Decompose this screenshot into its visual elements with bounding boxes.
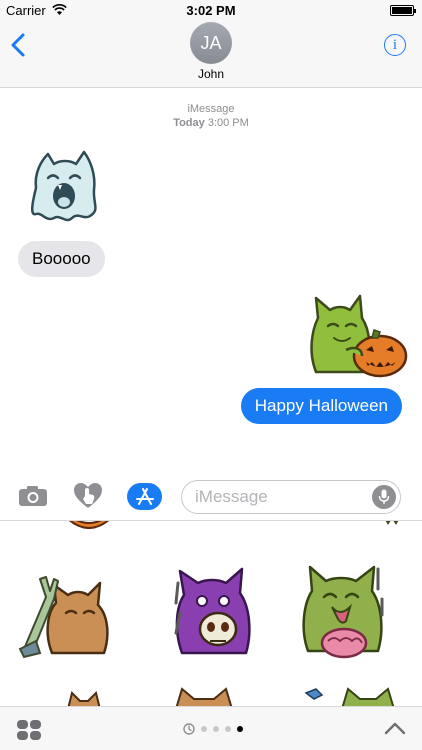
- purple-cat-skull-sticker[interactable]: [168, 563, 264, 663]
- info-icon[interactable]: i: [384, 34, 406, 56]
- sticker-drawer: [0, 521, 422, 706]
- clock-time: 3:02 PM: [186, 3, 236, 18]
- service-label: iMessage: [187, 103, 235, 115]
- partial-sticker-center[interactable]: [172, 685, 236, 706]
- microphone-icon[interactable]: [372, 485, 396, 509]
- digital-touch-icon[interactable]: [71, 481, 105, 511]
- conversation-header: JA John i: [0, 22, 422, 88]
- partial-sticker-edge[interactable]: [382, 521, 402, 525]
- green-cat-pumpkin-sticker[interactable]: [306, 290, 410, 378]
- incoming-message-bubble[interactable]: Booooo: [18, 241, 105, 277]
- timestamp-time: 3:00 PM: [207, 117, 249, 129]
- page-indicator[interactable]: [183, 722, 243, 736]
- page-dot[interactable]: [201, 726, 207, 732]
- app-store-icon[interactable]: [127, 483, 162, 510]
- message-field[interactable]: [181, 480, 401, 514]
- partial-pumpkin-sticker[interactable]: [64, 521, 114, 529]
- camera-icon[interactable]: [16, 481, 50, 511]
- contact-avatar[interactable]: JA: [190, 22, 232, 64]
- page-dot[interactable]: [225, 726, 231, 732]
- recents-clock-icon[interactable]: [183, 723, 195, 735]
- contact-name[interactable]: John: [0, 67, 422, 81]
- partial-sticker-right[interactable]: [302, 685, 406, 706]
- app-drawer-icon[interactable]: [16, 719, 42, 741]
- partial-sticker-left[interactable]: [64, 689, 104, 706]
- battery-icon: [390, 5, 416, 16]
- green-cat-brain-sticker[interactable]: [296, 559, 396, 663]
- ghost-cat-sticker[interactable]: [26, 148, 104, 224]
- page-dot-active[interactable]: [237, 726, 243, 732]
- status-bar: Carrier 3:02 PM: [0, 0, 422, 22]
- chevron-left-icon[interactable]: [8, 32, 30, 58]
- message-timestamp: Today 3:00 PM: [0, 117, 422, 129]
- message-input[interactable]: [195, 481, 365, 513]
- zombie-hand-cat-sticker[interactable]: [16, 569, 120, 659]
- page-dot[interactable]: [213, 726, 219, 732]
- outgoing-message-bubble[interactable]: Happy Halloween: [240, 388, 402, 424]
- message-input-bar: [0, 473, 422, 521]
- app-drawer-bar: [0, 706, 422, 750]
- timestamp-date: Today: [173, 117, 205, 129]
- chevron-up-icon[interactable]: [384, 721, 406, 735]
